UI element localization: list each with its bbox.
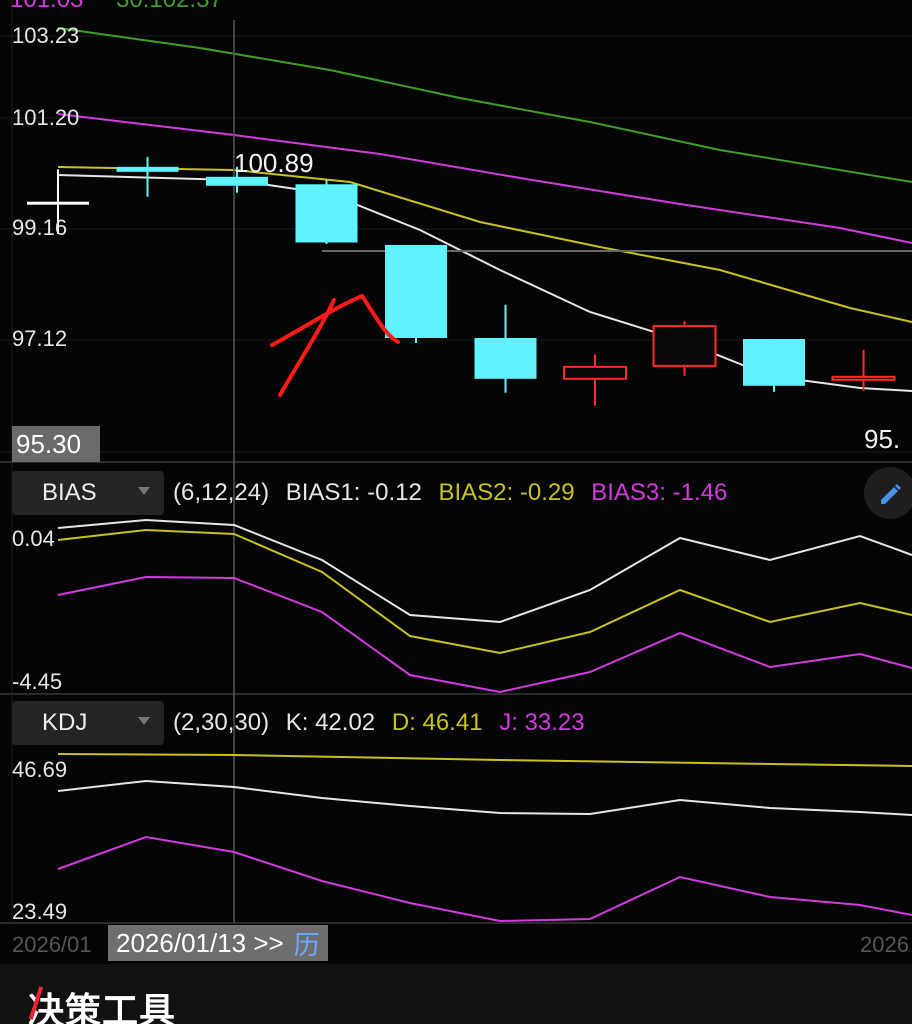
- candle-body-0: [27, 201, 89, 205]
- kdj-j-value: J: 33.23: [499, 709, 585, 736]
- bias3-line: [57, 575, 912, 694]
- selected-date: 2026/01/13 >>: [116, 927, 284, 958]
- kdj-panel-header: KDJ (2,30,30) K: 42.02 D: 46.41 J: 33.23: [0, 700, 912, 746]
- bias2-line: [57, 528, 912, 655]
- draw-pencil-button[interactable]: [864, 467, 912, 519]
- history-icon[interactable]: 历: [294, 925, 320, 962]
- bias-params: (6,12,24): [173, 479, 270, 506]
- bias3-value: BIAS3: -1.46: [591, 479, 728, 506]
- kdj-selector-label: KDJ: [42, 709, 88, 736]
- candle-body-4: [385, 244, 447, 339]
- kdj-k-value: K: 42.02: [285, 709, 376, 736]
- decision-tools-title: 决策工具: [28, 982, 176, 1024]
- decision-tools-label: 决策工具: [28, 990, 177, 1024]
- y-label-3: 99.16: [12, 215, 68, 240]
- candle-body-1: [116, 166, 179, 172]
- bias-selector-label: BIAS: [42, 479, 97, 506]
- ma-line-green: [57, 27, 912, 183]
- kdj-values: (2,30,30) K: 42.02 D: 46.41 J: 33.23: [173, 709, 595, 737]
- pencil-icon: [881, 484, 901, 504]
- decision-tools-section: 决策工具: [0, 964, 912, 1024]
- y-label-4: 97.12: [12, 326, 68, 351]
- date-left-faded: 2026/01: [12, 932, 92, 957]
- kdj-y-top: 46.69: [12, 757, 68, 782]
- y-label-2: 101.20: [12, 105, 80, 130]
- kdj-indicator-selector[interactable]: KDJ: [12, 701, 164, 745]
- candle-body-7: [652, 325, 717, 367]
- chevron-down-icon: [138, 717, 150, 725]
- top-ma-value-left: 101.03: [10, 0, 83, 14]
- right-price-label: 95.: [864, 424, 901, 454]
- kdj-d-line: [57, 753, 912, 767]
- bias-panel-header: BIAS (6,12,24) BIAS1: -0.12 BIAS2: -0.29…: [0, 467, 912, 519]
- bias-y-top: 0.04: [12, 526, 55, 551]
- low-price-label: 95.30: [12, 426, 100, 462]
- candle-body-9: [831, 375, 896, 381]
- date-right-faded: 2026: [860, 932, 909, 957]
- top-ma-value-right: 30:102.37: [116, 0, 223, 14]
- selected-date-pill[interactable]: 2026/01/13 >> 历: [108, 925, 328, 961]
- high-price-label: 100.89: [234, 148, 314, 178]
- candle-body-5: [474, 338, 537, 379]
- stock-chart-screen: 101.03 30:102.37 103.23 101.20 99.16 97.…: [0, 0, 912, 1024]
- bias-y-bottom: -4.45: [12, 669, 63, 694]
- kdj-j-line: [57, 835, 912, 923]
- bias-indicator-selector[interactable]: BIAS: [12, 471, 164, 515]
- kdj-k-line: [57, 779, 912, 816]
- chevron-down-icon: [138, 487, 150, 495]
- bias-values: (6,12,24) BIAS1: -0.12 BIAS2: -0.29 BIAS…: [173, 479, 737, 507]
- bias2-value: BIAS2: -0.29: [438, 479, 575, 506]
- kdj-params: (2,30,30): [173, 709, 270, 736]
- y-label-1: 103.23: [12, 23, 80, 48]
- kdj-d-value: D: 46.41: [391, 709, 483, 736]
- ma-line-yellow: [57, 166, 912, 323]
- hand-drawn-annotation: [270, 294, 400, 397]
- candle-body-3: [295, 184, 358, 243]
- candle-body-8: [743, 339, 805, 386]
- bias1-line: [57, 518, 912, 624]
- kdj-y-bottom: 23.49: [12, 899, 68, 924]
- bias1-value: BIAS1: -0.12: [285, 479, 422, 506]
- candle-body-6: [563, 365, 627, 380]
